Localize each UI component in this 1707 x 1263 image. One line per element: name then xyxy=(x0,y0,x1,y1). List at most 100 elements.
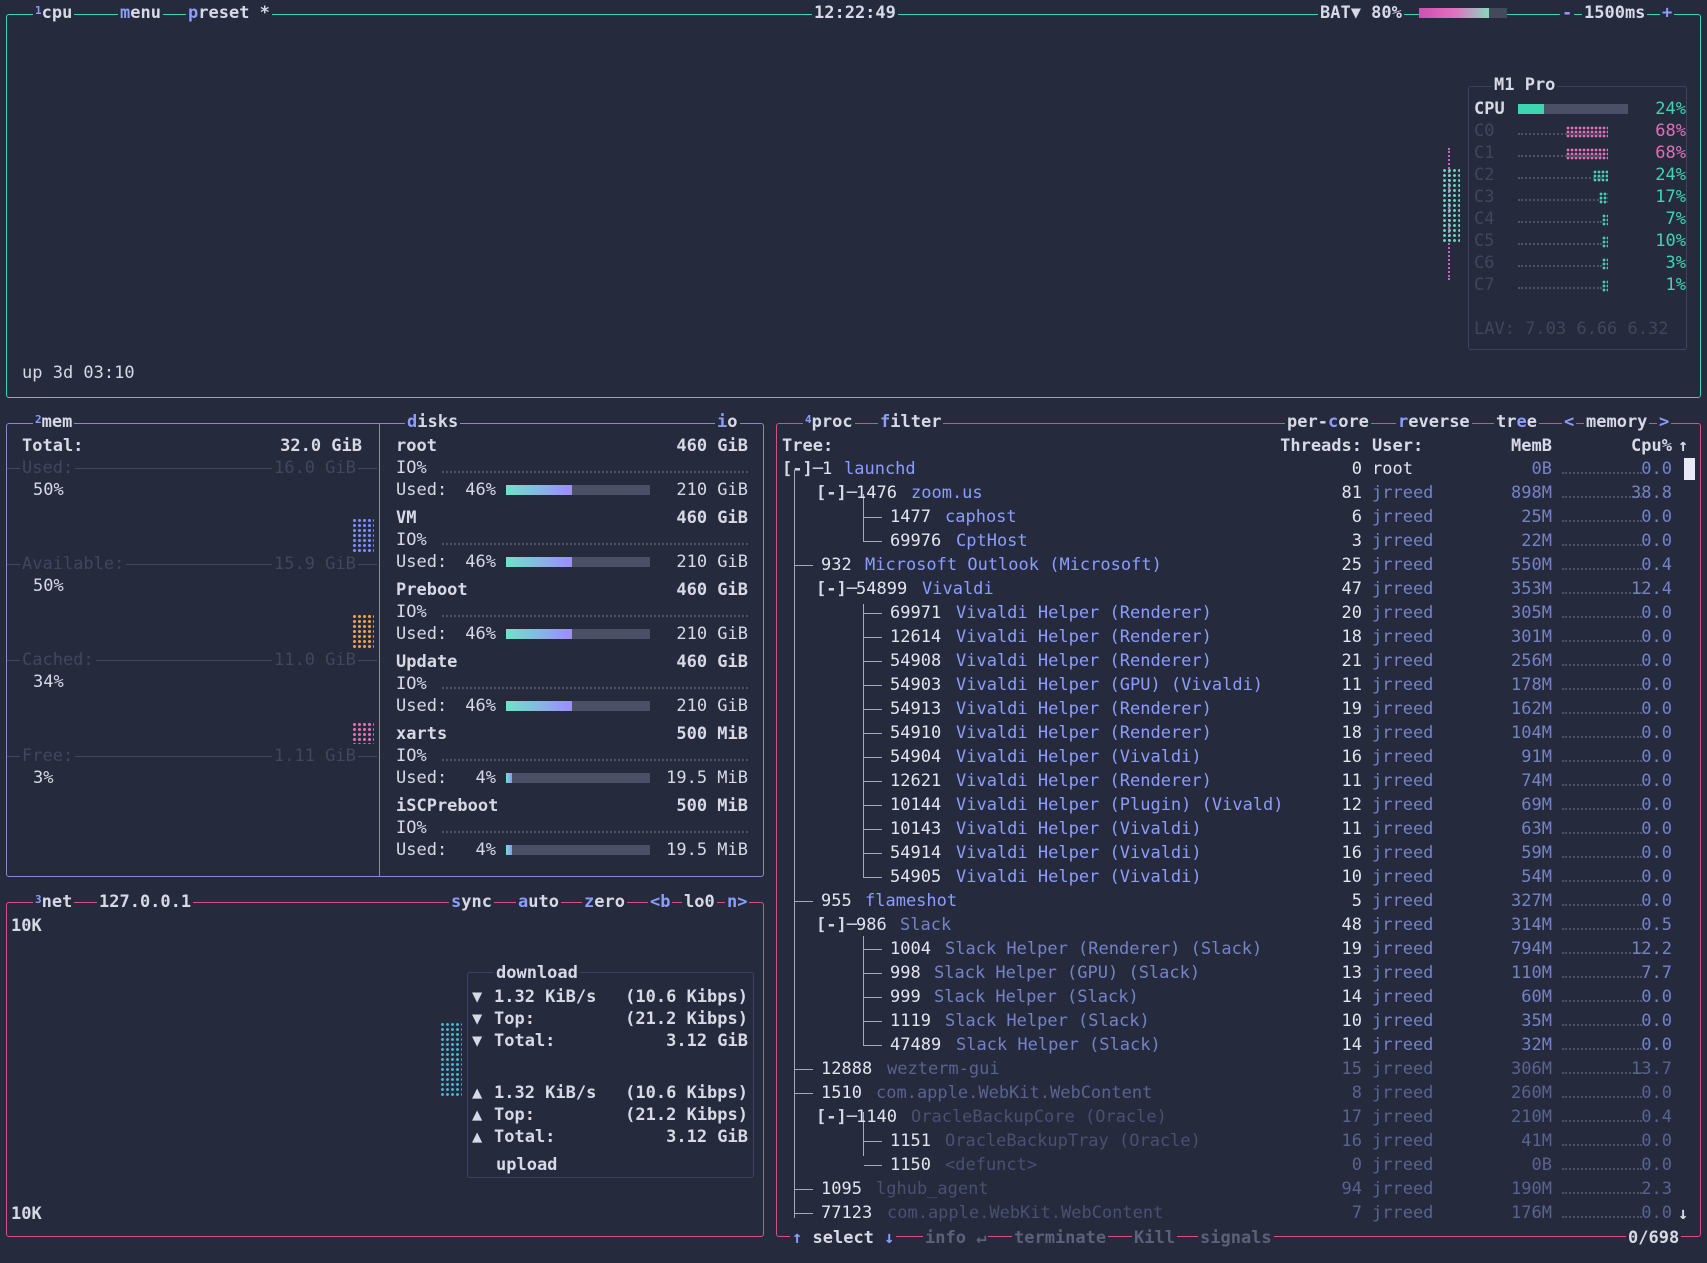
process-user: jrreed xyxy=(1372,963,1434,983)
net-next-iface-button[interactable]: n> xyxy=(725,891,750,913)
disk-used-percent: 46% xyxy=(465,480,496,500)
disk-name[interactable]: iSCPreboot xyxy=(396,795,498,817)
info-button[interactable]: info ↵ xyxy=(923,1227,989,1249)
expand-toggle[interactable]: [-]─ xyxy=(782,458,823,480)
process-row[interactable]: [-]─ 1 launchd 0 root 0B 0.0 xyxy=(776,458,1701,480)
process-row[interactable]: 10143 Vivaldi Helper (Vivaldi) 11 jrreed 63M… xyxy=(776,818,1701,840)
process-user: jrreed xyxy=(1372,603,1434,623)
net-zero-button[interactable]: zero xyxy=(582,891,627,913)
process-row[interactable]: 47489 Slack Helper (Slack) 14 jrreed 32M 0.0 xyxy=(776,1034,1701,1056)
net-prev-iface-button[interactable]: <b xyxy=(648,891,673,913)
col-user[interactable]: User: xyxy=(1372,435,1423,457)
tree-branch xyxy=(864,517,882,518)
process-user: jrreed xyxy=(1372,675,1434,695)
tree-branch xyxy=(864,781,882,782)
process-cpu: 12.4 xyxy=(1631,579,1672,599)
net-auto-toggle[interactable]: auto xyxy=(516,891,561,913)
process-row[interactable]: 54910 Vivaldi Helper (Renderer) 18 jrreed 10… xyxy=(776,722,1701,744)
process-row[interactable]: 54905 Vivaldi Helper (Vivaldi) 10 jrreed 54M… xyxy=(776,866,1701,888)
process-row[interactable]: 999 Slack Helper (Slack) 14 jrreed 60M 0.0 xyxy=(776,986,1701,1008)
process-row[interactable]: 1510 com.apple.WebKit.WebContent 8 jrreed 26… xyxy=(776,1082,1701,1104)
tree-branch xyxy=(795,1069,813,1070)
scroll-down-icon[interactable]: ↓ xyxy=(1678,1203,1688,1225)
proc-panel-title[interactable]: 4proc xyxy=(803,411,855,433)
mem-total-label: Total: xyxy=(22,436,84,456)
expand-toggle[interactable]: [-]─ xyxy=(816,1106,857,1128)
process-row[interactable]: 955 flameshot 5 jrreed 327M 0.0 xyxy=(776,890,1701,912)
col-threads[interactable]: Threads: xyxy=(1266,435,1362,457)
io-toggle[interactable]: io xyxy=(715,411,740,433)
process-row[interactable]: [-]─ 1140 OracleBackupCore (Oracle) 17 jrree… xyxy=(776,1106,1701,1128)
process-row[interactable]: 69976 CptHost 3 jrreed 22M 0.0 xyxy=(776,530,1701,552)
disk-name[interactable]: Update xyxy=(396,651,457,673)
sort-prev-button[interactable]: < xyxy=(1562,411,1577,433)
process-pid: 1 xyxy=(822,459,833,479)
process-row[interactable]: 12614 Vivaldi Helper (Renderer) 18 jrreed 30… xyxy=(776,626,1701,648)
col-cpu[interactable]: Cpu% xyxy=(1612,435,1672,457)
expand-toggle[interactable]: [-]─ xyxy=(816,578,857,600)
process-row[interactable]: 77123 com.apple.WebKit.WebContent 7 jrreed 1… xyxy=(776,1202,1701,1224)
process-row[interactable]: 1477 caphost 6 jrreed 25M 0.0 xyxy=(776,506,1701,528)
kill-button[interactable]: Kill xyxy=(1132,1227,1177,1249)
disk-used-percent: 46% xyxy=(465,696,496,716)
interval-decrease-button[interactable]: - xyxy=(1560,2,1575,24)
disk-name[interactable]: Preboot xyxy=(396,579,468,601)
process-row[interactable]: [-]─ 986 Slack 48 jrreed 314M 0.5 xyxy=(776,914,1701,936)
reverse-toggle[interactable]: reverse xyxy=(1396,411,1472,433)
process-user: jrreed xyxy=(1372,1131,1434,1151)
disk-name[interactable]: root xyxy=(396,435,437,457)
disk-io-label: IO% xyxy=(396,602,427,622)
select-button[interactable]: ↑ select ↓ xyxy=(790,1227,897,1249)
expand-toggle[interactable]: [-]─ xyxy=(816,482,857,504)
terminate-button[interactable]: terminate xyxy=(1012,1227,1109,1249)
mem-total-value: 32.0 GiB xyxy=(280,436,362,456)
process-row[interactable]: 1095 lghub_agent 94 jrreed 190M 2.3 xyxy=(776,1178,1701,1200)
interval-increase-button[interactable]: + xyxy=(1660,2,1675,24)
preset-button[interactable]: preset * xyxy=(186,2,272,24)
process-row[interactable]: 69971 Vivaldi Helper (Renderer) 20 jrreed 30… xyxy=(776,602,1701,624)
process-threads: 19 xyxy=(1341,699,1362,719)
process-row[interactable]: 12888 wezterm-gui 15 jrreed 306M 13.7 xyxy=(776,1058,1701,1080)
disk-name[interactable]: VM xyxy=(396,507,416,529)
process-threads: 94 xyxy=(1341,1179,1362,1199)
process-row[interactable]: 1150 <defunct> 0 jrreed 0B 0.0 xyxy=(776,1154,1701,1176)
process-row[interactable]: 1119 Slack Helper (Slack) 10 jrreed 35M 0.0 xyxy=(776,1010,1701,1032)
process-row[interactable]: 54914 Vivaldi Helper (Vivaldi) 16 jrreed 59M… xyxy=(776,842,1701,864)
per-core-toggle[interactable]: per-core xyxy=(1285,411,1371,433)
col-tree[interactable]: Tree: xyxy=(782,435,833,457)
col-mem[interactable]: MemB xyxy=(1492,435,1552,457)
process-row[interactable]: 54903 Vivaldi Helper (GPU) (Vivaldi) 11 jrr… xyxy=(776,674,1701,696)
sort-next-button[interactable]: > xyxy=(1657,411,1672,433)
expand-toggle[interactable]: [-]─ xyxy=(816,914,857,936)
process-row[interactable]: [-]─ 54899 Vivaldi 47 jrreed 353M 12.4 xyxy=(776,578,1701,600)
process-row[interactable]: 54904 Vivaldi Helper (Vivaldi) 16 jrreed 91M… xyxy=(776,746,1701,768)
process-row[interactable]: 12621 Vivaldi Helper (Renderer) 11 jrreed 74… xyxy=(776,770,1701,792)
process-name: OracleBackupCore (Oracle) xyxy=(911,1107,1167,1127)
proc-filter-button[interactable]: filter xyxy=(878,411,944,433)
net-download-label: Total: xyxy=(494,1031,556,1051)
process-row[interactable]: 1151 OracleBackupTray (Oracle) 16 jrreed 41M… xyxy=(776,1130,1701,1152)
process-row[interactable]: 1004 Slack Helper (Renderer) (Slack) 19 jrr… xyxy=(776,938,1701,960)
net-download-value: (21.2 Kibps) xyxy=(625,1009,748,1029)
process-row[interactable]: 10144 Vivaldi Helper (Plugin) (Vivald) 12 j… xyxy=(776,794,1701,816)
process-row[interactable]: [-]─ 1476 zoom.us 81 jrreed 898M 38.8 xyxy=(776,482,1701,504)
menu-button[interactable]: menu xyxy=(118,2,163,24)
process-cpu: 0.0 xyxy=(1641,795,1672,815)
cpu-core-track xyxy=(1518,221,1602,223)
mem-panel-title[interactable]: 2mem xyxy=(33,411,75,433)
cpu-panel-title[interactable]: 1cpu xyxy=(33,2,75,24)
process-pid: 986 xyxy=(856,915,887,935)
net-panel-title[interactable]: 3net xyxy=(33,891,75,913)
tree-toggle[interactable]: tree xyxy=(1494,411,1539,433)
disks-panel-title[interactable]: disks xyxy=(405,411,461,433)
tree-branch xyxy=(864,613,882,614)
process-row[interactable]: 54913 Vivaldi Helper (Renderer) 19 jrreed 16… xyxy=(776,698,1701,720)
process-mem: 59M xyxy=(1521,843,1552,863)
process-row[interactable]: 998 Slack Helper (GPU) (Slack) 13 jrreed 110… xyxy=(776,962,1701,984)
signals-button[interactable]: signals xyxy=(1198,1227,1274,1249)
process-row[interactable]: 932 Microsoft Outlook (Microsoft) 25 jrreed… xyxy=(776,554,1701,576)
process-row[interactable]: 54908 Vivaldi Helper (Renderer) 21 jrreed 25… xyxy=(776,650,1701,672)
net-sync-toggle[interactable]: sync xyxy=(449,891,494,913)
process-user: jrreed xyxy=(1372,1107,1434,1127)
disk-name[interactable]: xarts xyxy=(396,723,447,745)
